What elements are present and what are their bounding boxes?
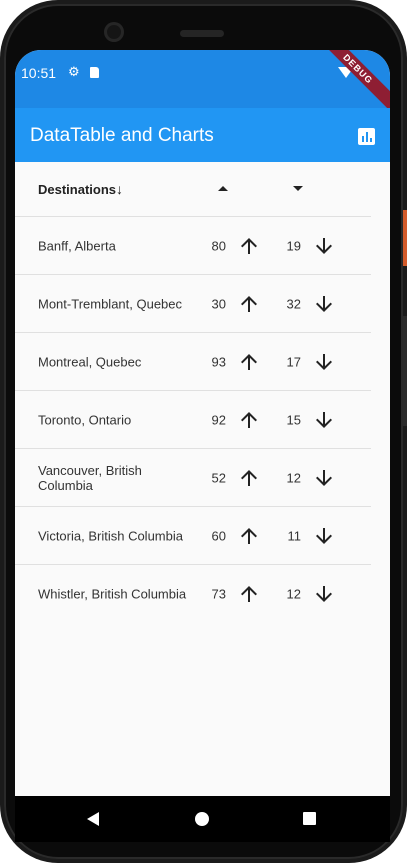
destination-name: Toronto, Ontario bbox=[38, 412, 132, 427]
destination-name: Vancouver, British Columbia bbox=[38, 462, 142, 493]
home-icon[interactable] bbox=[195, 812, 209, 826]
bar-chart-icon[interactable] bbox=[358, 128, 375, 145]
arrow-upward-icon[interactable] bbox=[237, 524, 261, 548]
recent-apps-icon[interactable] bbox=[303, 812, 316, 825]
sort-arrow-icon: ↓ bbox=[116, 181, 124, 197]
power-button bbox=[403, 210, 407, 266]
status-time: 10:51 bbox=[21, 65, 57, 81]
arrow-drop-down-icon[interactable] bbox=[293, 186, 303, 191]
arrow-upward-icon[interactable] bbox=[237, 466, 261, 490]
arrow-upward-icon[interactable] bbox=[237, 292, 261, 316]
downvote-count: 12 bbox=[286, 470, 301, 485]
table-row: Mont-Tremblant, Quebec 30 32 bbox=[15, 275, 371, 333]
table-row: Whistler, British Columbia 73 12 bbox=[15, 565, 371, 622]
app-bar: DataTable and Charts bbox=[15, 108, 390, 162]
app-title: DataTable and Charts bbox=[30, 125, 214, 146]
bar-chart-icon-bar bbox=[362, 136, 364, 142]
arrow-downward-icon[interactable] bbox=[312, 408, 336, 432]
destinations-label: Destinations bbox=[38, 182, 117, 197]
arrow-downward-icon[interactable] bbox=[312, 582, 336, 606]
upvote-count: 30 bbox=[211, 296, 226, 311]
destination-name: Whistler, British Columbia bbox=[38, 586, 187, 601]
sd-card-icon bbox=[90, 67, 99, 78]
column-header-destinations[interactable]: Destinations↓ bbox=[38, 181, 123, 197]
downvote-count: 17 bbox=[286, 354, 301, 369]
phone-frame: 10:51 ⚙ DEBUG DataTable and Charts Desti… bbox=[0, 0, 407, 863]
bar-chart-icon-bar bbox=[366, 132, 368, 142]
destination-name: Banff, Alberta bbox=[38, 238, 116, 253]
upvote-count: 93 bbox=[211, 354, 226, 369]
downvote-count: 11 bbox=[287, 528, 302, 543]
arrow-upward-icon[interactable] bbox=[237, 582, 261, 606]
back-icon[interactable] bbox=[87, 812, 99, 826]
front-camera bbox=[104, 22, 124, 42]
table-header: Destinations↓ bbox=[15, 162, 371, 217]
arrow-downward-icon[interactable] bbox=[312, 466, 336, 490]
downvote-count: 15 bbox=[286, 412, 301, 427]
arrow-downward-icon[interactable] bbox=[312, 234, 336, 258]
destination-name: Mont-Tremblant, Quebec bbox=[38, 296, 183, 311]
table-row: Montreal, Quebec 93 17 bbox=[15, 333, 371, 391]
downvote-count: 12 bbox=[286, 586, 301, 601]
arrow-downward-icon[interactable] bbox=[312, 524, 336, 548]
volume-button bbox=[403, 316, 407, 426]
downvote-count: 19 bbox=[286, 238, 301, 253]
bar-chart-icon-bar bbox=[370, 138, 372, 142]
data-table: Destinations↓ Banff, Alberta 80 19 Mont-… bbox=[15, 162, 371, 622]
navigation-bar bbox=[15, 796, 390, 842]
table-row: Toronto, Ontario 92 15 bbox=[15, 391, 371, 449]
table-row: Victoria, British Columbia 60 11 bbox=[15, 507, 371, 565]
table-body: Banff, Alberta 80 19 Mont-Tremblant, Que… bbox=[15, 217, 371, 622]
arrow-drop-up-icon[interactable] bbox=[218, 186, 228, 191]
destination-name: Victoria, British Columbia bbox=[38, 528, 183, 543]
gear-icon: ⚙ bbox=[68, 64, 80, 79]
downvote-count: 32 bbox=[286, 296, 301, 311]
upvote-count: 80 bbox=[211, 238, 226, 253]
arrow-upward-icon[interactable] bbox=[237, 234, 261, 258]
destination-name: Montreal, Quebec bbox=[38, 354, 142, 369]
status-bar: 10:51 ⚙ DEBUG bbox=[15, 50, 390, 117]
app-screen: 10:51 ⚙ DEBUG DataTable and Charts Desti… bbox=[15, 50, 390, 796]
table-row: Vancouver, British Columbia 52 12 bbox=[15, 449, 371, 507]
upvote-count: 73 bbox=[211, 586, 226, 601]
upvote-count: 92 bbox=[211, 412, 226, 427]
debug-banner: DEBUG bbox=[310, 50, 390, 117]
arrow-upward-icon[interactable] bbox=[237, 350, 261, 374]
table-row: Banff, Alberta 80 19 bbox=[15, 217, 371, 275]
earpiece-speaker bbox=[180, 30, 224, 37]
upvote-count: 60 bbox=[211, 528, 226, 543]
arrow-downward-icon[interactable] bbox=[312, 350, 336, 374]
arrow-upward-icon[interactable] bbox=[237, 408, 261, 432]
upvote-count: 52 bbox=[211, 470, 226, 485]
arrow-downward-icon[interactable] bbox=[312, 292, 336, 316]
